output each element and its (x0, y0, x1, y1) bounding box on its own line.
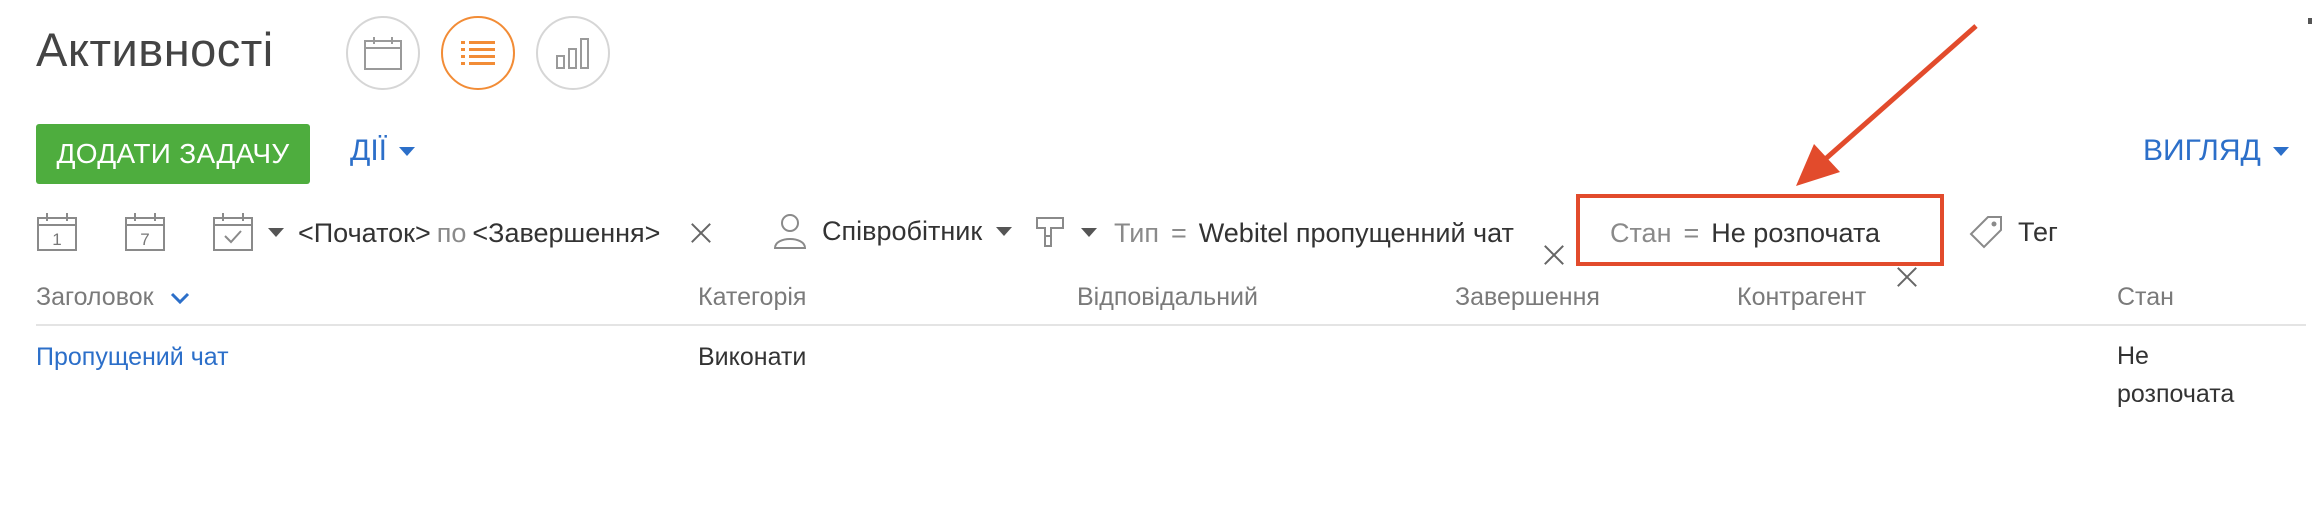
state-eq: = (1683, 218, 1700, 248)
type-value: Webitel пропущенний чат (1198, 218, 1514, 248)
tag-icon (1969, 216, 2002, 249)
column-title-label: Заголовок (36, 283, 154, 311)
row-state-line2: розпочата (2117, 380, 2235, 408)
day-filter-button[interactable]: 1 (36, 212, 78, 257)
period-filter-dropdown[interactable] (212, 212, 284, 252)
type-eq: = (1171, 218, 1187, 248)
tag-label: Тег (2018, 216, 2058, 247)
calendar-icon (364, 37, 402, 70)
row-category: Виконати (698, 343, 807, 371)
page-title: Активності (36, 23, 274, 76)
chart-view-button[interactable] (536, 16, 610, 90)
type-filter-dropdown[interactable] (1035, 214, 1097, 250)
employee-label: Співробітник (822, 215, 983, 246)
period-filter[interactable]: <Початок> по <Завершення> (298, 218, 660, 249)
chevron-down-icon (996, 226, 1013, 236)
state-label: Стан (1610, 218, 1672, 248)
column-header-category[interactable]: Категорія (698, 283, 806, 312)
close-icon[interactable] (1543, 244, 1565, 266)
column-header-account[interactable]: Контрагент (1737, 283, 1866, 312)
header-divider (36, 324, 2306, 326)
window-edge-mark (2308, 18, 2312, 24)
column-header-owner[interactable]: Відповідальний (1077, 283, 1258, 312)
tag-filter[interactable]: Тег (1968, 214, 2058, 250)
chevron-down-icon (2272, 146, 2289, 156)
period-start: <Початок> (298, 218, 431, 248)
row-title-link[interactable]: Пропущений чат (36, 343, 229, 372)
type-label: Тип (1114, 218, 1160, 248)
view-dropdown[interactable]: ВИГЛЯД (2143, 134, 2289, 168)
week-filter-button[interactable]: 7 (124, 212, 166, 257)
actions-label: ДІЇ (350, 134, 387, 167)
day-icon-text: 1 (52, 230, 61, 249)
state-value: Не розпочата (1711, 218, 1881, 248)
week-calendar-icon: 7 (125, 213, 165, 251)
type-filter[interactable]: Тип = Webitel пропущенний чат (1114, 218, 1514, 249)
list-view-button[interactable] (441, 16, 515, 90)
period-by: по (436, 218, 467, 248)
row-state-line1: Не (2117, 342, 2149, 370)
column-header-title[interactable]: Заголовок (36, 283, 190, 312)
chevron-down-icon (268, 227, 284, 237)
period-calendar-icon (213, 213, 253, 251)
chevron-down-icon (1081, 227, 1097, 237)
annotation-arrow-icon (1796, 24, 1978, 186)
column-header-state[interactable]: Стан (2117, 283, 2174, 312)
employee-filter-dropdown[interactable]: Співробітник (772, 212, 1013, 250)
actions-dropdown[interactable]: ДІЇ (350, 134, 415, 168)
add-task-button[interactable]: ДОДАТИ ЗАДАЧУ (36, 124, 310, 184)
week-icon-text: 7 (140, 230, 149, 249)
close-icon[interactable] (690, 222, 712, 244)
filter-type-icon (1036, 217, 1064, 247)
day-calendar-icon: 1 (37, 213, 77, 251)
chart-icon (556, 38, 589, 69)
column-header-due[interactable]: Завершення (1455, 283, 1600, 312)
period-end: <Завершення> (472, 218, 661, 248)
calendar-view-button[interactable] (346, 16, 420, 90)
person-icon (773, 214, 807, 249)
close-icon[interactable] (1896, 266, 1918, 288)
row-state: Не розпочата (2117, 337, 2234, 413)
view-label: ВИГЛЯД (2143, 134, 2261, 167)
state-filter[interactable]: Стан = Не розпочата (1610, 218, 1880, 249)
chevron-down-icon (399, 146, 415, 156)
sort-chevron-icon (170, 292, 189, 304)
list-icon (461, 41, 495, 65)
